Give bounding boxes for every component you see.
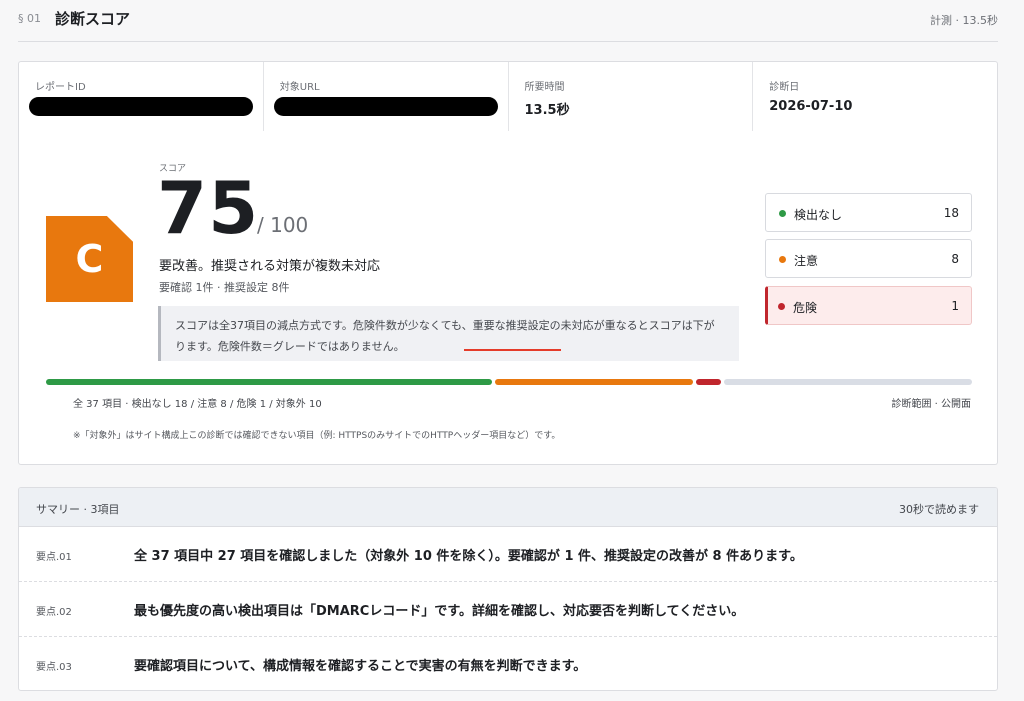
meta-label: レポートID [35,82,86,93]
meta-report-id: レポートID [19,62,264,131]
summary-row: 要点.03 要確認項目について、構成情報を確認することで実害の有無を判断できます… [19,637,997,690]
section-title: 診断スコア [55,10,131,28]
report-meta: レポートID 対象URL 所要時間 13.5秒 診断日 2026-07-10 [18,61,998,132]
status-ok-card[interactable]: 検出なし 18 [765,193,972,232]
breakdown-bar-danger [696,379,722,385]
score-verdict: 要改善。推奨される対策が複数未対応 [159,259,381,274]
summary-row-text: 全 37 項目中 27 項目を確認しました（対象外 10 件を除く）。要確認が … [134,549,803,564]
summary-row-number: 要点.01 [36,552,72,563]
meta-label: 所要時間 [524,82,565,93]
summary-read-time: 30秒で読めます [899,503,979,516]
status-label: 危険 [793,301,818,315]
status-dot [779,210,786,217]
meta-label: 対象URL [279,82,320,93]
status-label: 検出なし [794,208,843,222]
status-label: 注意 [794,254,819,268]
score-panel: C スコア 75 / 100 要改善。推奨される対策が複数未対応 要確認 1件 … [18,131,998,465]
redacted-value [273,97,498,116]
meta-date: 診断日 2026-07-10 [753,62,997,131]
status-dot [779,256,786,263]
footnote: ※「対象外」はサイト構成上この診断では確認できない項目（例: HTTPSのみサイ… [73,431,561,441]
meta-label: 診断日 [769,82,800,93]
score-note: スコアは全37項目の減点方式です。危険件数が少なくても、重要な推奨設定の未対応が… [158,306,739,361]
summary-row-text: 要確認項目について、構成情報を確認することで実害の有無を判断できます。 [134,659,587,674]
redacted-value [29,97,253,116]
summary-row: 要点.01 全 37 項目中 27 項目を確認しました（対象外 10 件を除く）… [19,527,997,582]
score-value: 75 [157,166,260,250]
meta-value: 13.5秒 [524,103,570,118]
status-warning-card[interactable]: 注意 8 [765,239,972,278]
score-counts: 要確認 1件 · 推奨設定 8件 [159,281,290,294]
breakdown-bar-na [724,379,972,385]
status-count: 8 [951,252,959,266]
highlight-underline [464,349,561,351]
summary-row-text: 最も優先度の高い検出項目は「DMARCレコード」です。詳細を確認し、対応要否を判… [134,604,745,619]
breakdown-bar-warning [495,379,694,385]
grade-badge: C [46,216,133,302]
status-dot [778,303,785,310]
score-max: / 100 [257,213,309,237]
scan-scope: 診断範囲 · 公開面 [891,399,971,410]
section-header: § 01 診断スコア 計測 · 13.5秒 [18,0,998,42]
status-count: 18 [943,206,959,220]
meta-duration: 所要時間 13.5秒 [509,62,754,131]
breakdown-summary: 全 37 項目 · 検出なし 18 / 注意 8 / 危険 1 / 対象外 10 [73,399,322,410]
measure-time: 計測 · 13.5秒 [930,14,998,27]
summary-title: サマリー · 3項目 [36,503,120,516]
summary-panel: サマリー · 3項目 30秒で読めます 要点.01 全 37 項目中 27 項目… [18,487,998,691]
summary-row: 要点.02 最も優先度の高い検出項目は「DMARCレコード」です。詳細を確認し、… [19,582,997,637]
summary-header: サマリー · 3項目 30秒で読めます [19,488,997,527]
summary-row-number: 要点.02 [36,607,72,618]
meta-target-url: 対象URL [264,62,509,131]
breakdown-bar-ok [46,379,493,385]
status-danger-card[interactable]: 危険 1 [765,286,972,325]
summary-row-number: 要点.03 [36,662,72,673]
meta-value: 2026-07-10 [769,99,853,114]
status-count: 1 [951,299,959,313]
section-number: § 01 [18,12,41,25]
